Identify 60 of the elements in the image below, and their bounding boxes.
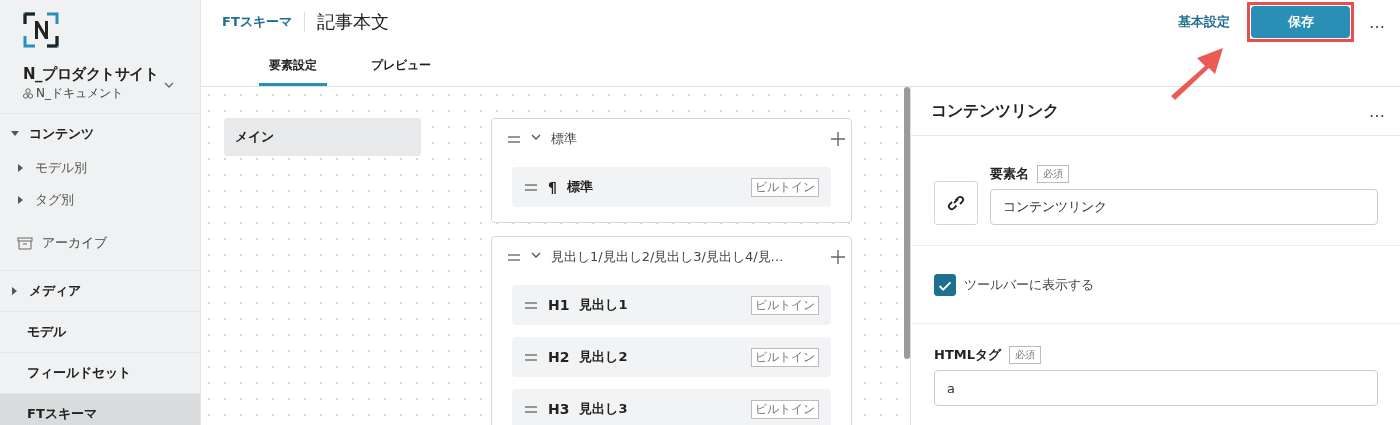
drag-handle-icon xyxy=(524,300,538,310)
page-title: 記事本文 xyxy=(316,10,389,34)
checkbox[interactable] xyxy=(934,273,956,296)
nav-item[interactable]: コンテンツ xyxy=(0,116,200,152)
nav-item[interactable]: フィールドセット xyxy=(0,353,200,393)
plus-icon xyxy=(831,132,845,146)
element-row[interactable]: H1 見出し1 ビルトイン xyxy=(512,285,831,325)
group-icon xyxy=(23,88,33,99)
group-title: 見出し1/見出し2/見出し3/見出し4/見… xyxy=(551,248,785,266)
required-badge: 必須 xyxy=(1037,165,1069,183)
tab[interactable]: プレビュー xyxy=(361,47,441,86)
plus-icon xyxy=(831,250,845,264)
element-label: 見出し1 xyxy=(579,296,629,314)
field-label: HTMLタグ xyxy=(934,346,1001,364)
drag-handle-icon xyxy=(524,182,538,192)
format-mark: ¶ xyxy=(548,179,557,195)
settings-link[interactable]: 基本設定 xyxy=(1178,13,1230,31)
field-label: 要素名 xyxy=(990,165,1029,183)
element-row[interactable]: H3 見出し3 ビルトイン xyxy=(512,389,831,425)
site-name[interactable]: N_プロダクトサイト xyxy=(23,65,159,84)
breadcrumb-link[interactable]: FTスキーマ xyxy=(222,13,292,31)
section-item[interactable]: メイン xyxy=(224,118,421,156)
nav-item[interactable]: メディア xyxy=(0,271,200,311)
element-label: 見出し3 xyxy=(579,400,629,418)
element-label: 標準 xyxy=(566,178,594,196)
drag-handle-icon xyxy=(507,134,521,144)
element-label: 見出し2 xyxy=(579,348,629,366)
link-icon xyxy=(946,194,966,212)
link-icon-box[interactable] xyxy=(934,181,978,225)
scrollbar[interactable] xyxy=(904,87,910,359)
group-title: 標準 xyxy=(551,130,578,148)
tag-field[interactable]: a xyxy=(934,370,1378,406)
checkbox-label: ツールバーに表示する xyxy=(964,275,1094,294)
builtin-badge: ビルトイン xyxy=(751,347,819,367)
more-button[interactable]: … xyxy=(1354,12,1400,32)
drag-handle-icon xyxy=(507,252,521,262)
format-mark: H3 xyxy=(548,401,570,417)
builtin-badge: ビルトイン xyxy=(751,295,819,315)
logo-icon xyxy=(23,12,59,48)
save-button[interactable]: 保存 xyxy=(1251,6,1350,38)
nav-item[interactable]: モデル別 xyxy=(0,152,200,184)
element-row[interactable]: ¶ 標準 ビルトイン xyxy=(512,167,831,207)
panel-title: コンテンツリンク xyxy=(931,100,1059,122)
builtin-badge: ビルトイン xyxy=(751,177,819,197)
nav-item[interactable]: FTスキーマ xyxy=(0,394,200,425)
workspace-name: N_ドキュメント xyxy=(36,85,123,102)
format-mark: H2 xyxy=(548,349,570,365)
element-row[interactable]: H2 見出し2 ビルトイン xyxy=(512,337,831,377)
more-button[interactable]: … xyxy=(1354,101,1400,121)
builtin-badge: ビルトイン xyxy=(751,399,819,419)
name-field[interactable]: コンテンツリンク xyxy=(990,189,1378,225)
chevron-down-icon xyxy=(164,81,175,88)
nav-item[interactable]: モデル xyxy=(0,312,200,352)
nav-item[interactable]: アーカイブ xyxy=(0,216,200,270)
required-badge: 必須 xyxy=(1008,346,1041,364)
drag-handle-icon xyxy=(524,352,538,362)
format-mark: H1 xyxy=(548,297,570,313)
archive-icon xyxy=(17,236,33,250)
nav-item[interactable]: タグ別 xyxy=(0,184,200,216)
drag-handle-icon xyxy=(524,404,538,414)
